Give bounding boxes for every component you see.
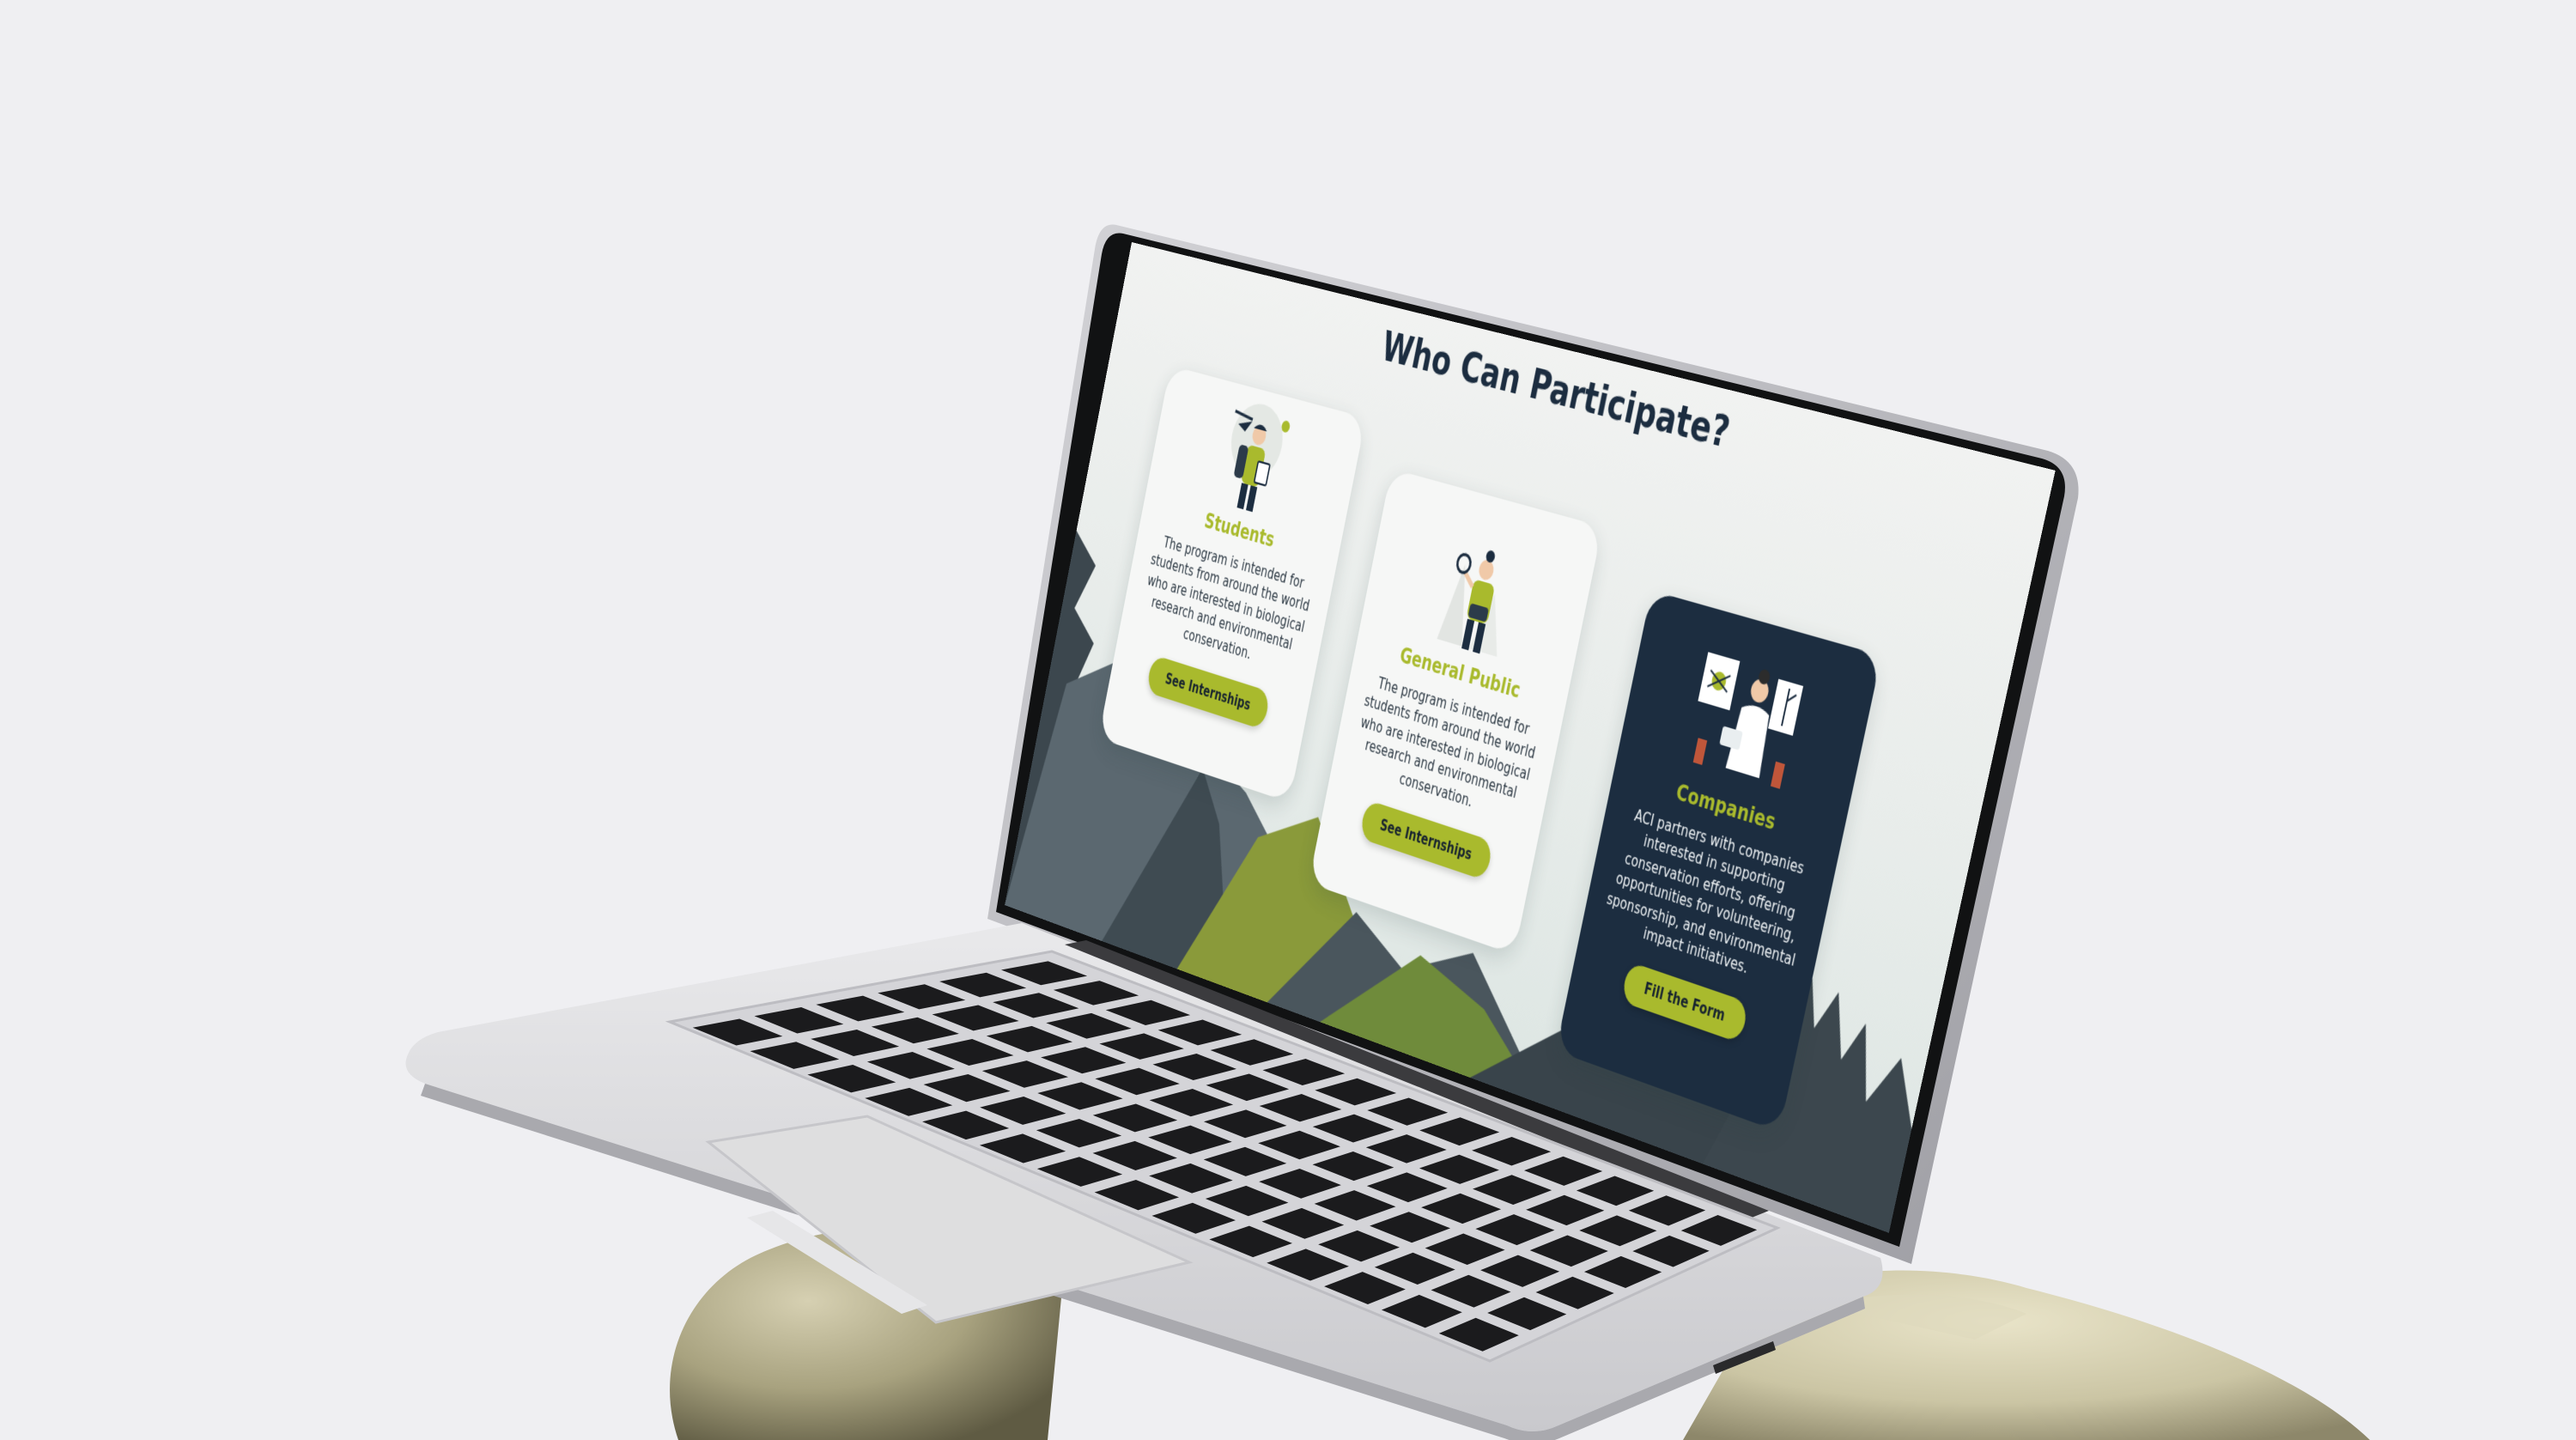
general-public-illustration-icon bbox=[1437, 515, 1510, 657]
student-illustration-icon bbox=[1224, 398, 1291, 513]
fill-the-form-button[interactable]: Fill the Form bbox=[1620, 962, 1749, 1044]
see-internships-button[interactable]: See Internships bbox=[1145, 654, 1272, 730]
laptop-mockup-scene: Who Can Participate? Students The progra… bbox=[0, 0, 2576, 1440]
